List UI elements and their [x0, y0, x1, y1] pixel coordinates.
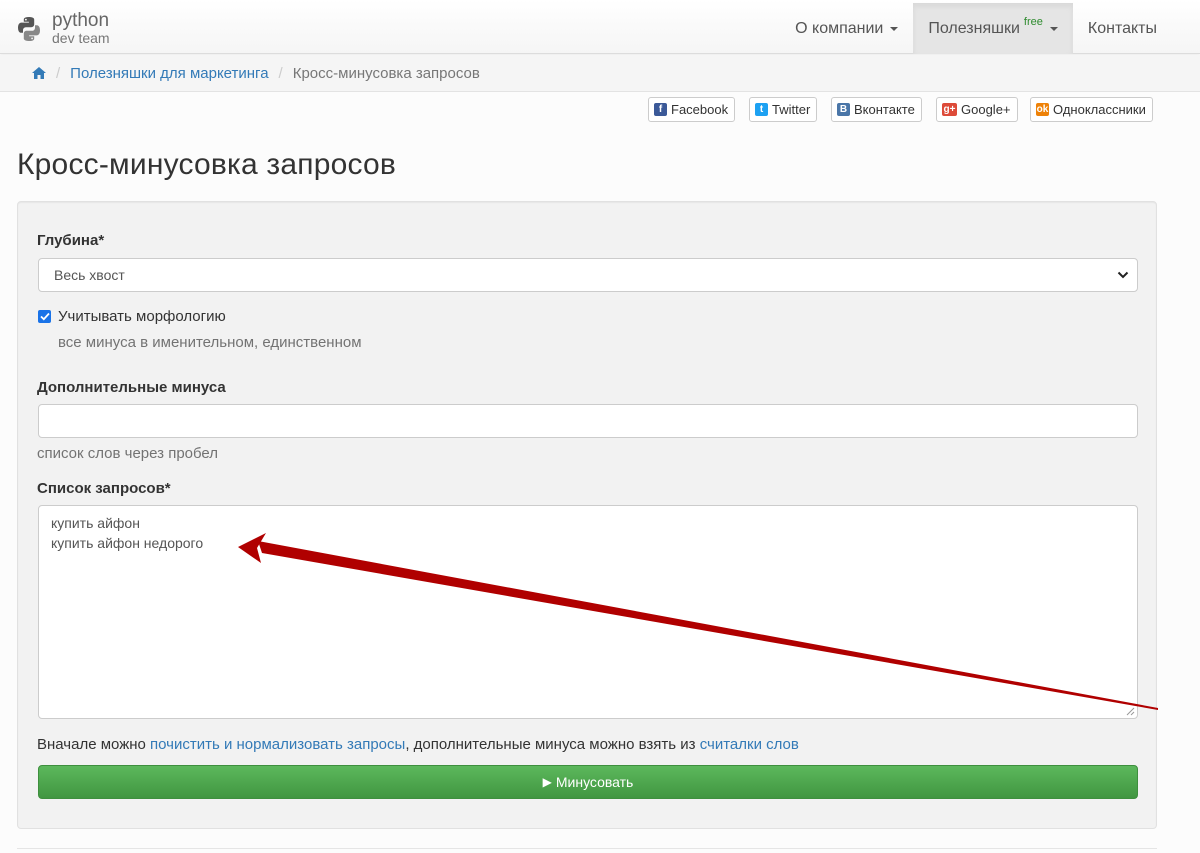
share-label: Facebook — [671, 102, 729, 117]
minus-form: Глубина* Весь хвост Учитывать морфологию… — [17, 201, 1157, 829]
morphology-label[interactable]: Учитывать морфологию — [58, 308, 226, 325]
note-prefix: Вначале можно — [37, 736, 151, 753]
nav-item-company[interactable]: О компании — [780, 3, 913, 54]
nav-item-contacts[interactable]: Контакты — [1073, 3, 1172, 54]
brand-subtitle: dev team — [52, 30, 110, 46]
share-label: Google+ — [961, 102, 1011, 117]
breadcrumb-link-marketing[interactable]: Полезняшки для маркетинга — [70, 65, 268, 82]
twitter-icon: t — [755, 103, 768, 116]
share-label: Вконтакте — [854, 102, 915, 117]
resize-grip-icon[interactable] — [1126, 707, 1135, 716]
breadcrumb-current: Кросс-минусовка запросов — [292, 64, 480, 82]
chevron-down-icon — [1117, 271, 1129, 279]
vk-icon: B — [837, 103, 850, 116]
breadcrumb-separator: / — [278, 64, 283, 82]
breadcrumb: / Полезняшки для маркетинга / Кросс-мину… — [0, 55, 1200, 92]
navbar: python dev team О компании Полезняшки fr… — [0, 0, 1200, 54]
caret-down-icon — [1049, 26, 1058, 31]
google-plus-icon: g+ — [942, 103, 957, 116]
word-counter-link[interactable]: считалки слов — [700, 736, 799, 753]
depth-select[interactable]: Весь хвост — [38, 258, 1138, 292]
home-icon[interactable] — [32, 67, 46, 79]
nav-item-label: Контакты — [1087, 19, 1157, 37]
nav-item-label: О компании — [795, 19, 884, 37]
normalize-queries-link[interactable]: почистить и нормализовать запросы — [150, 736, 405, 753]
checkmark-icon — [39, 312, 50, 321]
depth-selected-value: Весь хвост — [54, 267, 125, 283]
facebook-icon: f — [654, 103, 667, 116]
extra-minus-input[interactable] — [38, 404, 1138, 438]
share-twitter-button[interactable]: t Twitter — [749, 97, 818, 122]
queries-textarea[interactable]: купить айфон купить айфон недорого — [38, 505, 1138, 719]
share-facebook-button[interactable]: f Facebook — [648, 97, 736, 122]
extra-minus-label: Дополнительные минуса — [37, 379, 226, 396]
python-logo-icon — [18, 17, 40, 41]
brand-title: python — [52, 10, 110, 31]
minus-submit-button[interactable]: ▶ Минусовать — [38, 765, 1138, 799]
main-nav: О компании Полезняшки free Контакты — [780, 3, 1172, 54]
note-middle: , дополнительные минуса можно взять из — [405, 736, 700, 753]
share-buttons: f Facebook t Twitter B Вконтакте g+ Goog… — [0, 97, 1200, 123]
share-label: Одноклассники — [1053, 102, 1146, 117]
submit-label: Минусовать — [555, 774, 634, 790]
nav-item-useful[interactable]: Полезняшки free — [913, 3, 1073, 54]
play-icon: ▶ — [542, 775, 552, 789]
free-badge: free — [1023, 15, 1043, 28]
share-odnoklassniki-button[interactable]: ok Одноклассники — [1030, 97, 1153, 122]
nav-item-label: Полезняшки — [928, 19, 1020, 37]
depth-label: Глубина* — [37, 232, 105, 249]
breadcrumb-separator: / — [56, 64, 61, 82]
page-title: Кросс-минусовка запросов — [17, 148, 397, 181]
share-google-plus-button[interactable]: g+ Google+ — [936, 97, 1018, 122]
morphology-checkbox[interactable] — [38, 310, 51, 323]
odnoklassniki-icon: ok — [1036, 103, 1049, 116]
brand[interactable]: python dev team — [16, 10, 110, 48]
queries-note: Вначале можно почистить и нормализовать … — [37, 736, 799, 753]
caret-down-icon — [890, 26, 899, 31]
queries-label: Список запросов* — [37, 480, 171, 497]
morphology-help: все минуса в именительном, единственном — [58, 334, 362, 351]
extra-minus-help: список слов через пробел — [37, 445, 219, 462]
share-vk-button[interactable]: B Вконтакте — [831, 97, 922, 122]
share-label: Twitter — [772, 102, 811, 117]
divider — [17, 848, 1157, 849]
